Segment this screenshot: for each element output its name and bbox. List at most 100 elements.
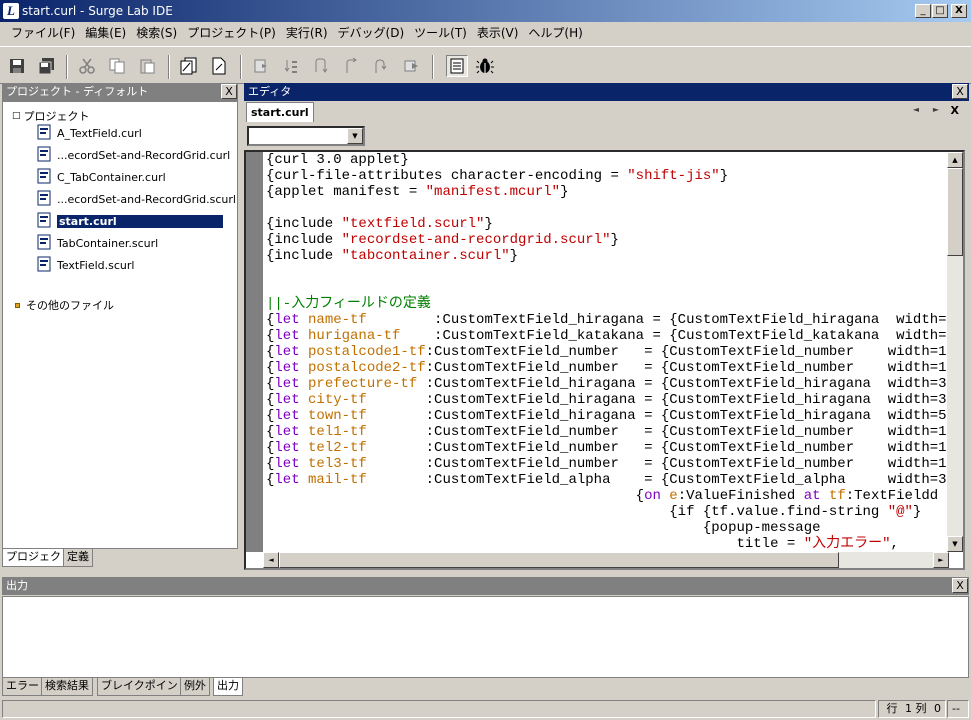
chevron-down-icon[interactable]: ▼	[347, 128, 363, 144]
tree-file-item[interactable]: A_TextField.curl	[37, 124, 142, 142]
maximize-button[interactable]: □	[932, 4, 948, 18]
code-token: hurigana-tf	[308, 328, 401, 344]
code-token: let	[274, 360, 309, 376]
step-return-icon[interactable]	[370, 55, 392, 77]
next-tab-icon[interactable]: ►	[933, 105, 939, 114]
code-token: let	[274, 328, 309, 344]
run-icon[interactable]	[250, 55, 272, 77]
scroll-down-icon[interactable]: ▼	[947, 536, 963, 552]
save-all-icon[interactable]	[36, 55, 58, 77]
tree-file-label: C_TabContainer.curl	[57, 170, 166, 184]
menu-debug[interactable]: デバッグ(D)	[333, 22, 410, 44]
tree-root-label: プロジェクト	[23, 110, 90, 123]
menu-help[interactable]: ヘルプ(H)	[523, 22, 587, 44]
cursor-position: 行 1 列 0	[878, 700, 946, 718]
save-icon[interactable]	[6, 55, 28, 77]
edit-mode: --	[947, 700, 969, 718]
window-title: start.curl - Surge Lab IDE	[22, 4, 173, 18]
tree-file-item[interactable]: ...ecordSet-and-RecordGrid.curl	[37, 146, 230, 164]
step-into-icon[interactable]	[280, 55, 302, 77]
collapse-toggle[interactable]: □	[12, 111, 21, 121]
menu-project[interactable]: プロジェクト(P)	[182, 22, 281, 44]
code-editor[interactable]: {curl 3.0 applet} {curl-file-attributes c…	[244, 150, 965, 570]
close-project-panel-button[interactable]: X	[221, 84, 237, 99]
col-number: 0	[934, 702, 941, 715]
code-token: tel3-tf	[308, 456, 367, 472]
other-files-node[interactable]: その他のファイル	[15, 296, 114, 314]
line-label: 行	[886, 702, 898, 715]
tree-file-item[interactable]: ...ecordSet-and-RecordGrid.scurl	[37, 190, 236, 208]
code-token: :CustomTextField_number = {CustomTextFie…	[425, 344, 948, 360]
curl-file-icon	[37, 168, 57, 187]
code-line: {let name-tf :CustomTextField_hiragana =…	[266, 312, 948, 328]
paste-icon[interactable]	[136, 55, 158, 77]
tree-file-item[interactable]: C_TabContainer.curl	[37, 168, 166, 186]
tab-definition[interactable]: 定義	[63, 549, 93, 567]
code-token: let	[274, 424, 309, 440]
vertical-scroll-thumb[interactable]	[947, 168, 963, 256]
prev-tab-icon[interactable]: ◄	[913, 105, 919, 114]
code-token: :ValueFinished	[677, 488, 804, 504]
code-line: {let postalcode2-tf:CustomTextField_numb…	[266, 360, 948, 376]
scroll-up-icon[interactable]: ▲	[947, 152, 963, 168]
tree-file-item[interactable]: start.curl	[37, 212, 223, 230]
tree-file-label: TextField.scurl	[57, 258, 135, 272]
tab-errors[interactable]: エラー	[2, 678, 43, 696]
tab-search-results[interactable]: 検索結果	[41, 678, 93, 696]
curl-file-icon	[37, 190, 57, 209]
curl-file-icon	[37, 146, 57, 165]
open-project-icon[interactable]	[178, 55, 200, 77]
output-area[interactable]	[2, 596, 969, 678]
code-token: tel2-tf	[308, 440, 367, 456]
tab-output[interactable]: 出力	[213, 678, 243, 696]
menu-search[interactable]: 検索(S)	[131, 22, 182, 44]
folder-bullet-icon	[15, 302, 20, 308]
close-window-button[interactable]: X	[951, 4, 967, 18]
menu-bar: ファイル(F) 編集(E) 検索(S) プロジェクト(P) 実行(R) デバッグ…	[0, 22, 971, 44]
tree-file-item[interactable]: TabContainer.scurl	[37, 234, 158, 252]
menu-view[interactable]: 表示(V)	[472, 22, 524, 44]
debug-icon[interactable]	[474, 55, 496, 77]
code-line: {let tel1-tf :CustomTextField_number = {…	[266, 424, 948, 440]
code-token: {curl 3.0 applet}	[266, 152, 409, 168]
menu-tools[interactable]: ツール(T)	[409, 22, 472, 44]
step-out-icon[interactable]	[340, 55, 362, 77]
copy-icon[interactable]	[106, 55, 128, 77]
code-text[interactable]: {curl 3.0 applet} {curl-file-attributes c…	[266, 152, 948, 552]
menu-file[interactable]: ファイル(F)	[6, 22, 80, 44]
tree-file-item[interactable]: TextField.scurl	[37, 256, 134, 274]
editor-view-icon[interactable]	[446, 55, 468, 77]
menu-run[interactable]: 実行(R)	[281, 22, 333, 44]
minimize-button[interactable]: _	[915, 4, 931, 18]
scroll-left-icon[interactable]: ◄	[263, 552, 279, 568]
code-line: {let mail-tf :CustomTextField_alpha = {C…	[266, 472, 948, 488]
horizontal-scroll-thumb[interactable]	[279, 552, 839, 568]
tab-exceptions[interactable]: 例外	[180, 678, 210, 696]
breakpoint-icon[interactable]	[400, 55, 422, 77]
project-tree: □ プロジェクト A_TextField.curl ...ecordSet-and…	[2, 101, 238, 549]
code-token: {include	[266, 248, 342, 264]
scroll-right-icon[interactable]: ►	[933, 552, 949, 568]
editor-panel-header: エディタ X	[244, 83, 969, 101]
vertical-scrollbar[interactable]: ▲ ▼	[947, 152, 963, 552]
line-number: 1	[905, 702, 912, 715]
close-editor-panel-button[interactable]: X	[952, 84, 968, 99]
code-line: {let hurigana-tf :CustomTextField_kataka…	[266, 328, 948, 344]
code-token: "入力エラー"	[803, 536, 891, 552]
horizontal-scrollbar[interactable]: ◄ ►	[263, 552, 949, 568]
curl-file-icon	[37, 212, 57, 231]
new-file-icon[interactable]	[208, 55, 230, 77]
cut-icon[interactable]	[76, 55, 98, 77]
code-line: {let postalcode1-tf:CustomTextField_numb…	[266, 344, 948, 360]
step-over-icon[interactable]	[310, 55, 332, 77]
toolbar-separator	[240, 55, 242, 79]
menu-edit[interactable]: 編集(E)	[80, 22, 131, 44]
tab-breakpoints[interactable]: ブレイクポイント	[97, 678, 193, 696]
close-output-panel-button[interactable]: X	[952, 578, 968, 593]
code-token: prefecture-tf	[308, 376, 418, 392]
definition-selector[interactable]: ▼	[247, 126, 365, 146]
tree-root[interactable]: □ プロジェクト	[12, 107, 90, 125]
close-tab-icon[interactable]: X	[951, 104, 959, 117]
editor-tab-start-curl[interactable]: start.curl	[246, 102, 314, 122]
